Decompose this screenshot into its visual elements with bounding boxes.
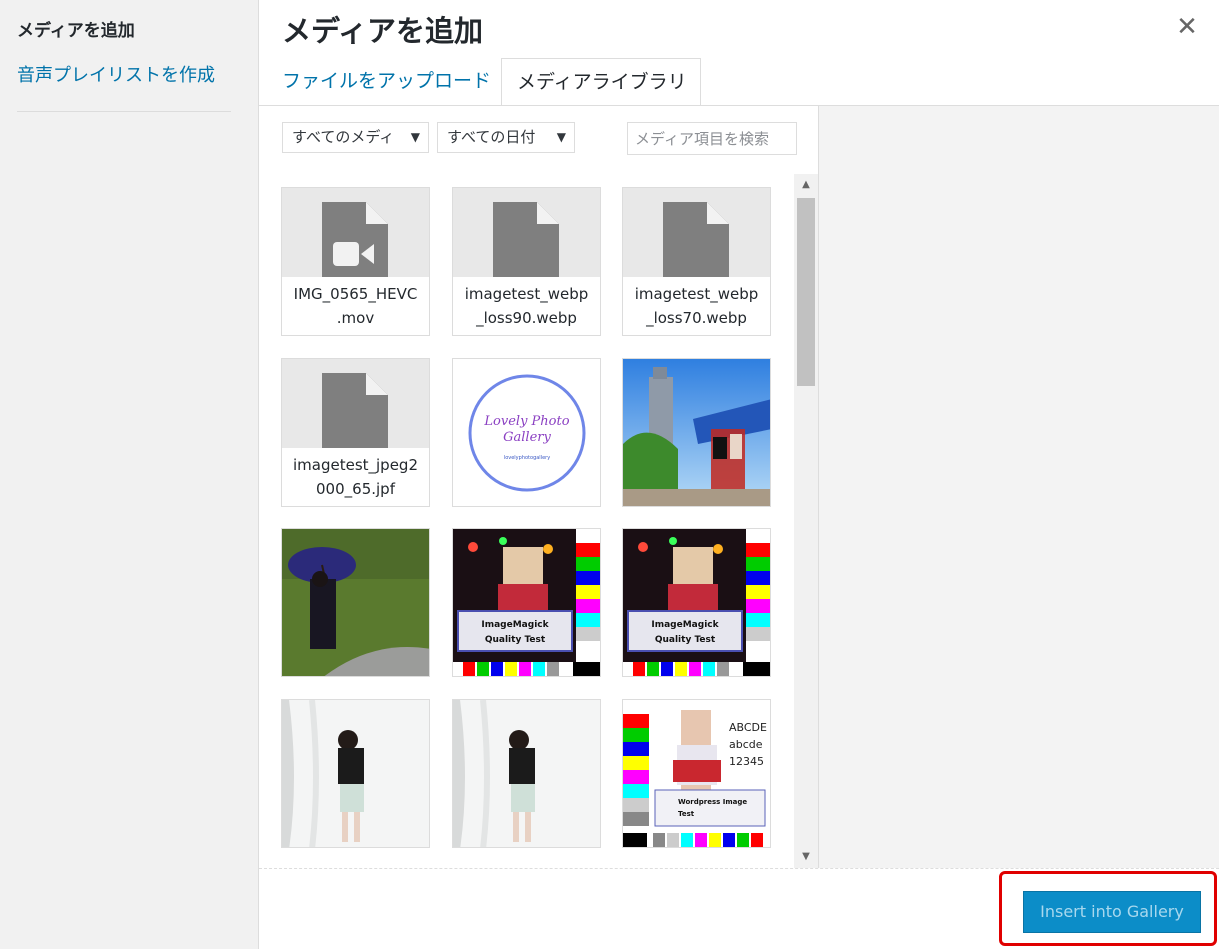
modal-title: メディアを追加 <box>282 14 483 48</box>
thumbnail-caption-line-1: ImageMagick <box>481 620 549 630</box>
attachment-tile[interactable]: ABCDE abcde 12345 Wordpress Image Test <box>622 699 771 848</box>
filename-text: imagetest_webp _loss70.webp <box>634 285 759 327</box>
attachment-tile[interactable] <box>281 699 430 848</box>
date-filter[interactable]: すべての日付 ▼ <box>437 122 575 153</box>
thumbnail-caption-line-1: ImageMagick <box>651 620 719 630</box>
attachment-tile[interactable] <box>281 528 430 677</box>
attachment-tile[interactable]: imagetest_webp _loss90.webp <box>452 187 601 336</box>
attachments-scrollbar[interactable]: ▲ ▼ <box>794 174 818 868</box>
attachment-tile[interactable]: ImageMagick Quality Test <box>452 528 601 677</box>
menu-title: メディアを追加 <box>17 21 135 41</box>
thumbnail-caption-line-1: Wordpress Image <box>678 798 747 806</box>
scrollbar-thumb[interactable] <box>797 198 815 386</box>
filename-text: IMG_0565_HEVC .mov <box>293 285 418 327</box>
thumbnail-caption-line-2: Quality Test <box>485 635 546 645</box>
media-type-filter-value: すべてのメディ <box>292 128 395 146</box>
attachment-filename: IMG_0565_HEVC .mov <box>282 277 429 335</box>
attachment-tile[interactable] <box>622 358 771 507</box>
tunnel-photo-thumbnail <box>453 700 600 847</box>
imagemagick-test-thumbnail: ImageMagick Quality Test <box>623 529 770 676</box>
attachment-tile[interactable] <box>452 699 601 848</box>
scroll-up-arrow-icon[interactable]: ▲ <box>794 176 818 194</box>
imagemagick-test-thumbnail: ImageMagick Quality Test <box>453 529 600 676</box>
attachment-details-sidebar <box>818 106 1219 868</box>
highlight-annotation-box <box>999 871 1217 946</box>
logo-text-line-1: Lovely Photo <box>483 414 569 429</box>
attachment-tile[interactable]: IMG_0565_HEVC .mov <box>281 187 430 336</box>
thumbnail-caption-line-2: Quality Test <box>655 635 716 645</box>
menu-separator <box>17 111 231 112</box>
wordpress-test-thumbnail: ABCDE abcde 12345 Wordpress Image Test <box>623 700 770 847</box>
attachment-filename: imagetest_webp _loss70.webp <box>623 277 770 335</box>
thumbnail-caption-line-2: Test <box>678 810 695 818</box>
tab-media-library[interactable]: メディアライブラリ <box>501 58 701 106</box>
attachment-filename: imagetest_webp _loss90.webp <box>453 277 600 335</box>
logo-text-line-2: Gallery <box>503 430 551 445</box>
caret-down-icon: ▼ <box>410 130 420 144</box>
logo-small-text: lovelyphotogallery <box>504 455 550 461</box>
media-modal: メディアを追加 音声プレイリストを作成 メディアを追加 ✕ ファイルをアップロー… <box>0 0 1219 949</box>
caret-down-icon: ▼ <box>556 130 566 144</box>
media-type-filter[interactable]: すべてのメディ ▼ <box>282 122 429 153</box>
tab-upload-files[interactable]: ファイルをアップロード <box>282 58 491 106</box>
attachments-grid: IMG_0565_HEVC .mov imagetest_webp _loss9… <box>259 170 794 868</box>
attachment-tile[interactable]: ImageMagick Quality Test <box>622 528 771 677</box>
filename-text: imagetest_webp _loss90.webp <box>464 285 589 327</box>
attachment-tile[interactable]: imagetest_jpeg2 000_65.jpf <box>281 358 430 507</box>
create-audio-playlist-link[interactable]: 音声プレイリストを作成 <box>17 61 215 87</box>
media-menu: メディアを追加 音声プレイリストを作成 <box>0 0 259 949</box>
thumbnail-text-line-2: abcde <box>729 738 763 751</box>
date-filter-value: すべての日付 <box>447 128 536 146</box>
attachment-tile[interactable]: Lovely Photo Gallery lovelyphotogallery <box>452 358 601 507</box>
tunnel-photo-thumbnail <box>282 700 429 847</box>
tower-photo-thumbnail <box>623 359 770 506</box>
logo-image-thumbnail: Lovely Photo Gallery lovelyphotogallery <box>453 359 600 506</box>
thumbnail-text-line-3: 12345 <box>729 755 764 768</box>
close-icon[interactable]: ✕ <box>1170 10 1204 44</box>
attachment-filename: imagetest_jpeg2 000_65.jpf <box>282 448 429 506</box>
scroll-down-arrow-icon[interactable]: ▼ <box>794 848 818 866</box>
filename-text: imagetest_jpeg2 000_65.jpf <box>292 456 418 498</box>
umbrella-photo-thumbnail <box>282 529 429 676</box>
thumbnail-text-line-1: ABCDE <box>729 721 767 734</box>
attachment-tile[interactable]: imagetest_webp _loss70.webp <box>622 187 771 336</box>
media-search-input[interactable] <box>627 122 797 155</box>
